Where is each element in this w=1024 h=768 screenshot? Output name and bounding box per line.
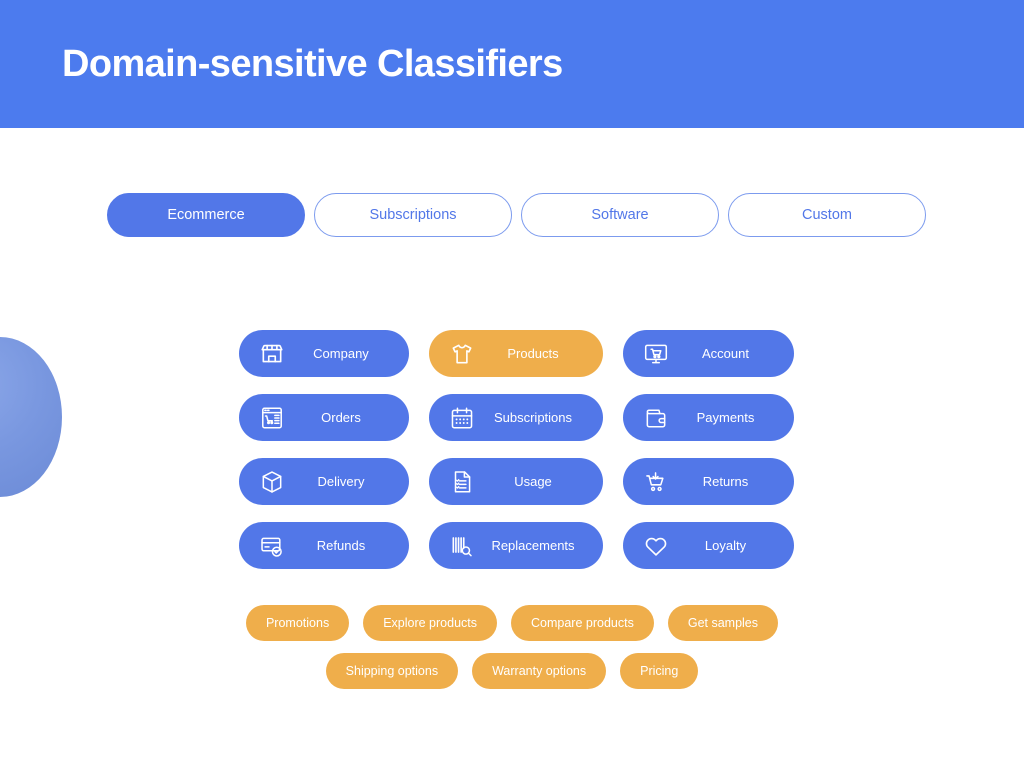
intent-chip-row: Shipping options Warranty options Pricin… (0, 653, 1024, 689)
tshirt-icon (447, 339, 477, 369)
category-payments[interactable]: Payments (623, 394, 794, 441)
category-usage[interactable]: Usage (429, 458, 603, 505)
tab-software[interactable]: Software (521, 193, 719, 237)
browser-cart-icon (257, 403, 287, 433)
calendar-icon (447, 403, 477, 433)
intent-warranty-options[interactable]: Warranty options (472, 653, 607, 689)
tab-spacer (512, 193, 521, 237)
tab-ecommerce[interactable]: Ecommerce (107, 193, 305, 237)
tab-custom[interactable]: Custom (728, 193, 926, 237)
domain-tab-bar: Ecommerce Subscriptions Software Custom (107, 193, 926, 237)
intent-chip-row: Promotions Explore products Compare prod… (0, 605, 1024, 641)
category-replacements[interactable]: Replacements (429, 522, 603, 569)
tab-subscriptions[interactable]: Subscriptions (314, 193, 512, 237)
intent-chip-area: Promotions Explore products Compare prod… (0, 605, 1024, 701)
category-label: Delivery (317, 474, 365, 489)
category-company[interactable]: Company (239, 330, 409, 377)
category-products[interactable]: Products (429, 330, 603, 377)
category-label: Account (702, 346, 749, 361)
category-loyalty[interactable]: Loyalty (623, 522, 794, 569)
category-row: Refunds Replacements Loyalty (239, 522, 794, 569)
category-refunds[interactable]: Refunds (239, 522, 409, 569)
category-row: Delivery Usage Returns (239, 458, 794, 505)
heart-icon (641, 531, 671, 561)
category-label: Subscriptions (493, 410, 573, 425)
category-label: Refunds (316, 538, 366, 553)
category-label: Loyalty (704, 538, 747, 553)
tab-spacer (719, 193, 728, 237)
category-label: Returns (702, 474, 749, 489)
category-label: Payments (696, 410, 755, 425)
intent-promotions[interactable]: Promotions (245, 605, 350, 641)
intent-explore-products[interactable]: Explore products (363, 605, 498, 641)
category-row: Company Products Account (239, 330, 794, 377)
category-delivery[interactable]: Delivery (239, 458, 409, 505)
category-label: Products (507, 346, 559, 361)
barcode-search-icon (447, 531, 477, 561)
category-label: Orders (321, 410, 361, 425)
monitor-cart-icon (641, 339, 671, 369)
card-check-icon (257, 531, 287, 561)
category-label: Usage (514, 474, 552, 489)
decorative-circle (0, 337, 62, 497)
page-header: Domain-sensitive Classifiers (0, 0, 1024, 128)
wallet-icon (641, 403, 671, 433)
document-list-icon (447, 467, 477, 497)
category-label: Replacements (491, 538, 575, 553)
category-returns[interactable]: Returns (623, 458, 794, 505)
cart-return-icon (641, 467, 671, 497)
intent-get-samples[interactable]: Get samples (667, 605, 779, 641)
box-icon (257, 467, 287, 497)
category-account[interactable]: Account (623, 330, 794, 377)
tab-spacer (305, 193, 314, 237)
intent-pricing[interactable]: Pricing (620, 653, 699, 689)
page-title: Domain-sensitive Classifiers (62, 43, 563, 85)
category-grid: Company Products Account Orders Subscrip… (239, 330, 794, 586)
category-label: Company (313, 346, 369, 361)
storefront-icon (257, 339, 287, 369)
category-row: Orders Subscriptions Payments (239, 394, 794, 441)
category-subscriptions[interactable]: Subscriptions (429, 394, 603, 441)
intent-shipping-options[interactable]: Shipping options (325, 653, 459, 689)
category-orders[interactable]: Orders (239, 394, 409, 441)
intent-compare-products[interactable]: Compare products (511, 605, 654, 641)
